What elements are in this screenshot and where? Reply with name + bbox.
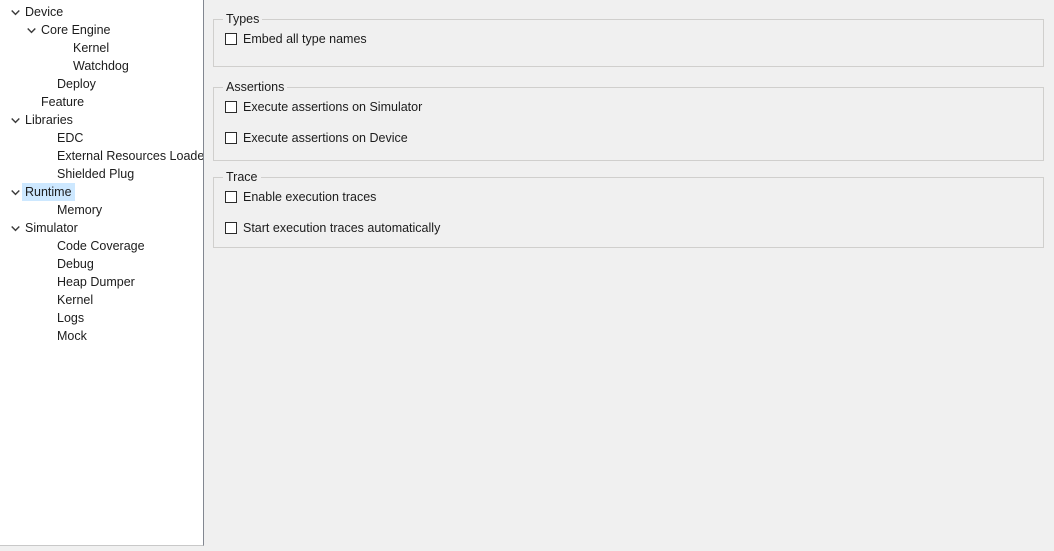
checkbox-label: Enable execution traces [243, 190, 377, 204]
checkbox-execute-assertions-on-simulator[interactable] [225, 101, 237, 113]
group-types: Types Embed all type names [213, 12, 1044, 67]
tree-item-label: Libraries [25, 113, 73, 127]
group-assertions: Assertions Execute assertions on Simulato… [213, 80, 1044, 161]
group-body: Enable execution traces Start execution t… [214, 178, 1043, 237]
tree-item-deploy[interactable]: Deploy [0, 75, 203, 93]
tree-item-kernel[interactable]: Kernel [0, 291, 203, 309]
tree-item-watchdog[interactable]: Watchdog [0, 57, 203, 75]
chevron-down-icon[interactable] [8, 3, 22, 21]
tree-item-label: Watchdog [73, 59, 129, 73]
tree-item-memory[interactable]: Memory [0, 201, 203, 219]
tree-item-runtime[interactable]: Runtime [0, 183, 203, 201]
tree-item-device[interactable]: Device [0, 3, 203, 21]
tree-item-label: Heap Dumper [57, 275, 135, 289]
tree-item-label: EDC [57, 131, 84, 145]
checkbox-execute-assertions-on-simulator-row[interactable]: Execute assertions on Simulator [225, 98, 1043, 116]
group-body: Embed all type names [214, 20, 1043, 48]
tree-item-label: Debug [57, 257, 94, 271]
checkbox-execute-assertions-on-device-row[interactable]: Execute assertions on Device [225, 129, 1043, 147]
tree-item-label: Core Engine [41, 23, 111, 37]
group-title: Assertions [223, 80, 288, 94]
tree-item-libraries[interactable]: Libraries [0, 111, 203, 129]
tree-item-label: Device [25, 5, 64, 19]
tree-item-label: Mock [57, 329, 87, 343]
checkbox-embed-all-type-names-row[interactable]: Embed all type names [225, 30, 1043, 48]
tree-item-external-resources-loader[interactable]: External Resources Loader [0, 147, 203, 165]
checkbox-label: Start execution traces automatically [243, 221, 441, 235]
chevron-down-icon[interactable] [24, 21, 38, 39]
tree-item-feature[interactable]: Feature [0, 93, 203, 111]
chevron-down-icon[interactable] [8, 183, 22, 201]
checkbox-enable-execution-traces-row[interactable]: Enable execution traces [225, 188, 1043, 206]
tree-item-edc[interactable]: EDC [0, 129, 203, 147]
checkbox-start-execution-traces-automatically-row[interactable]: Start execution traces automatically [225, 219, 1043, 237]
runtime-settings-panel: Types Embed all type names Assertions Execu… [205, 0, 1054, 551]
checkbox-label: Execute assertions on Simulator [243, 100, 423, 114]
tree-item-label: Runtime [22, 183, 75, 201]
checkbox-label: Embed all type names [243, 32, 367, 46]
tree-item-label: Kernel [57, 293, 94, 307]
group-title: Trace [223, 170, 261, 184]
group-body: Execute assertions on Simulator Execute a… [214, 88, 1043, 147]
configuration-tree[interactable]: Device Core Engine Kernel Watchdog Deploy Fea… [0, 0, 203, 345]
checkbox-label: Execute assertions on Device [243, 131, 408, 145]
checkbox-execute-assertions-on-device[interactable] [225, 132, 237, 144]
tree-item-label: Kernel [73, 41, 110, 55]
tree-item-label: Deploy [57, 77, 96, 91]
chevron-down-icon[interactable] [8, 219, 22, 237]
configuration-tree-panel[interactable]: Device Core Engine Kernel Watchdog Deploy Fea… [0, 0, 204, 546]
tree-item-label: Memory [57, 203, 103, 217]
tree-item-label: Simulator [25, 221, 78, 235]
checkbox-start-execution-traces-automatically[interactable] [225, 222, 237, 234]
checkbox-enable-execution-traces[interactable] [225, 191, 237, 203]
group-title: Types [223, 12, 263, 26]
tree-item-label: External Resources Loader [57, 149, 204, 163]
tree-item-heap-dumper[interactable]: Heap Dumper [0, 273, 203, 291]
group-trace: Trace Enable execution traces Start execut… [213, 170, 1044, 248]
tree-item-shielded-plug[interactable]: Shielded Plug [0, 165, 203, 183]
tree-item-kernel[interactable]: Kernel [0, 39, 203, 57]
tree-item-label: Feature [41, 95, 85, 109]
tree-item-debug[interactable]: Debug [0, 255, 203, 273]
tree-item-label: Logs [57, 311, 85, 325]
tree-item-logs[interactable]: Logs [0, 309, 203, 327]
tree-item-mock[interactable]: Mock [0, 327, 203, 345]
tree-item-label: Shielded Plug [57, 167, 135, 181]
checkbox-embed-all-type-names[interactable] [225, 33, 237, 45]
tree-item-simulator[interactable]: Simulator [0, 219, 203, 237]
tree-item-code-coverage[interactable]: Code Coverage [0, 237, 203, 255]
chevron-down-icon[interactable] [8, 111, 22, 129]
tree-item-label: Code Coverage [57, 239, 145, 253]
tree-item-core-engine[interactable]: Core Engine [0, 21, 203, 39]
